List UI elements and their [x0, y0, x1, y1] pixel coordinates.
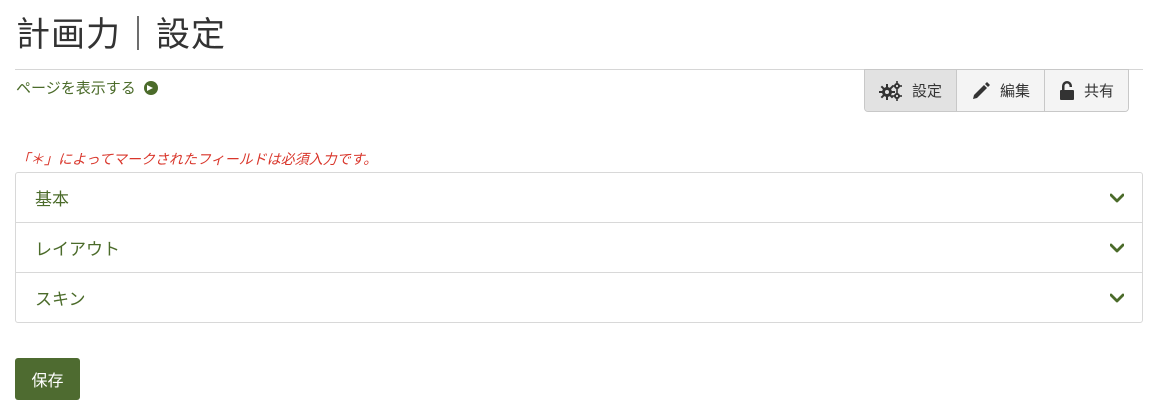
page-title: 計画力｜設定: [16, 15, 226, 55]
share-button[interactable]: 共有: [1045, 70, 1129, 111]
accordion-section-label: レイアウト: [35, 240, 120, 260]
chevron-down-icon: [1110, 293, 1124, 302]
view-page-link[interactable]: ページを表示する: [16, 78, 158, 98]
share-button-label: 共有: [1084, 82, 1115, 100]
gears-icon: [879, 80, 902, 101]
accordion-section-label: 基本: [35, 190, 69, 210]
accordion-section-label: スキン: [35, 290, 86, 310]
pencil-icon: [973, 81, 991, 99]
edit-button-label: 編集: [1000, 82, 1031, 100]
required-fields-note: 「＊」によってマークされたフィールドは必須入力です。: [16, 152, 378, 168]
accordion-section-layout[interactable]: レイアウト: [16, 223, 1142, 273]
page-toolbar: 設定 編集 共有: [864, 69, 1130, 112]
chevron-down-icon: [1110, 243, 1124, 252]
settings-accordion: 基本 レイアウト スキン: [15, 172, 1143, 323]
edit-button[interactable]: 編集: [957, 70, 1046, 111]
save-button[interactable]: 保存: [15, 358, 80, 400]
settings-button-label: 設定: [912, 82, 943, 100]
page: 計画力｜設定 ページを表示する 設定 編集 共有 「＊」によってマークされたフィ…: [0, 0, 1163, 413]
accordion-section-basic[interactable]: 基本: [16, 173, 1142, 223]
arrow-circle-right-icon: [143, 81, 158, 95]
chevron-down-icon: [1110, 193, 1124, 202]
unlock-icon: [1060, 80, 1075, 100]
view-page-link-label: ページを表示する: [16, 79, 136, 97]
settings-button[interactable]: 設定: [865, 70, 958, 111]
accordion-section-skin[interactable]: スキン: [16, 273, 1142, 322]
